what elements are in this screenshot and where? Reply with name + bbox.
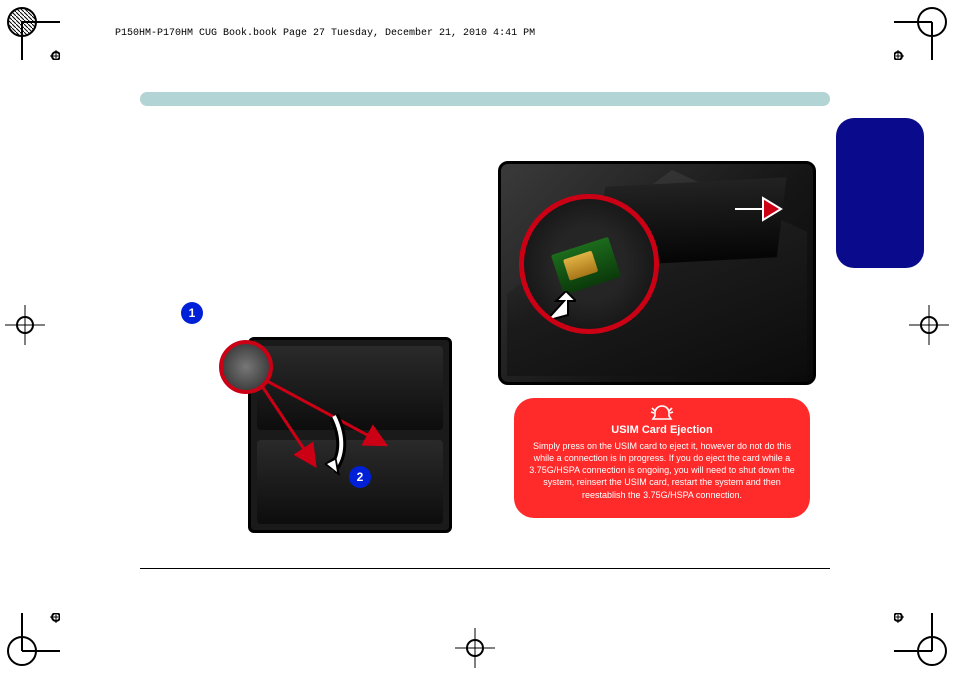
footer-rule — [140, 568, 830, 569]
step-2: Insert the USIM card 2 into the slot at … — [158, 222, 470, 268]
step-1: Turn off the computer, and turn it over … — [158, 170, 470, 216]
crop-mark-top-right — [894, 0, 954, 60]
crop-mark-right — [904, 300, 954, 350]
warning-callout: USIM Card Ejection Simply press on the U… — [514, 398, 810, 518]
chapter-tab — [836, 118, 924, 268]
crop-mark-left — [0, 300, 50, 350]
page-meta-line: P150HM-P170HM CUG Book.book Page 27 Tues… — [115, 28, 535, 39]
step-3: To eject the card simply press it until … — [158, 274, 470, 320]
alarm-icon — [650, 404, 674, 422]
crop-mark-bottom-left — [0, 613, 60, 673]
callout-badge-1: 1 — [181, 302, 203, 324]
section-header-bar — [140, 92, 830, 106]
step-2-part-a: Insert the USIM card — [158, 223, 262, 235]
footer-section-name: 3.75G/HSPA Module — [140, 576, 253, 590]
figure-battery-removal — [248, 337, 452, 533]
callout-badge-2: 2 — [349, 466, 371, 488]
footer-page-number: 1 - 27 — [799, 576, 830, 590]
warning-body: Simply press on the USIM card to eject i… — [526, 440, 798, 501]
battery-latch-callout-circle — [219, 340, 273, 394]
figure-usim-insertion — [498, 161, 816, 385]
section-title: 3.75G/HSPA Module USIM Card Installation — [140, 125, 611, 155]
usim-closeup-circle — [519, 194, 659, 334]
crop-mark-top-left — [0, 0, 60, 60]
crop-mark-bottom — [450, 623, 500, 673]
warning-title: USIM Card Ejection — [526, 424, 798, 436]
usim-card-icon — [551, 237, 621, 295]
crop-mark-bottom-right — [894, 613, 954, 673]
insert-direction-arrow-icon — [542, 291, 576, 325]
usim-slot-arrow-icon — [733, 192, 783, 226]
